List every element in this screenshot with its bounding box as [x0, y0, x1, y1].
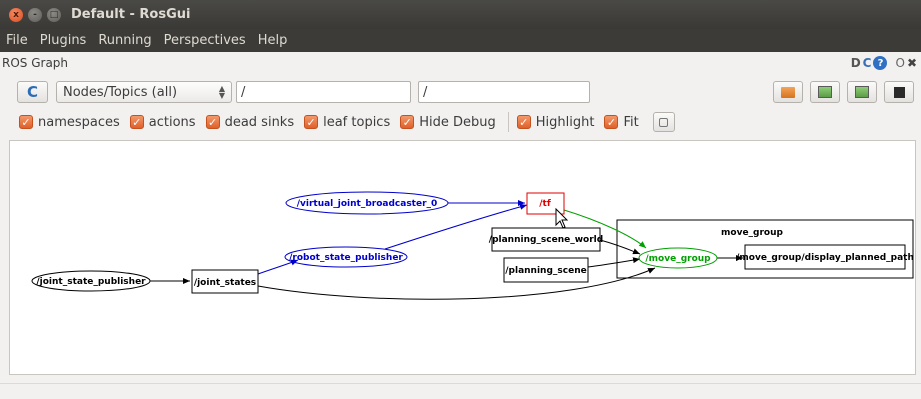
node-label: /joint_state_publisher — [36, 277, 146, 287]
node-label: /virtual_joint_broadcaster_0 — [297, 199, 438, 209]
dock-icon[interactable]: D — [851, 56, 861, 70]
node-planning-scene-world[interactable]: /planning_scene_world — [489, 227, 603, 252]
fit-label: Fit — [623, 114, 639, 130]
node-label: /robot_state_publisher — [289, 253, 403, 263]
graph-type-value: Nodes/Topics (all) — [63, 84, 178, 100]
edge — [257, 267, 656, 300]
check-icon: ✓ — [129, 115, 144, 129]
help-icon[interactable]: ? — [873, 56, 888, 70]
node-planning-scene[interactable]: /planning_scene — [503, 257, 589, 283]
menu-perspectives[interactable]: Perspectives — [164, 33, 246, 48]
load-dot-button[interactable] — [773, 81, 803, 103]
node-label: /planning_scene — [505, 266, 586, 276]
plugin-title: ROS Graph — [2, 56, 69, 70]
fit-checkbox[interactable]: ✓ Fit — [604, 114, 639, 130]
graph-toolbar: C Nodes/Topics (all) ▲ ▼ / / — [0, 80, 921, 106]
node-move-group[interactable]: /move_group — [638, 247, 718, 269]
menu-running[interactable]: Running — [98, 33, 151, 48]
hide-debug-checkbox[interactable]: ✓ Hide Debug — [400, 115, 496, 130]
save-svg-icon — [855, 86, 869, 98]
refresh-button[interactable]: C — [17, 81, 48, 103]
menu-bar: File Plugins Running Perspectives Help — [0, 29, 921, 52]
title-bar: x - □ Default - RosGui — [0, 0, 921, 29]
node-robot-state-publisher[interactable]: /robot_state_publisher — [284, 246, 408, 268]
node-label: /joint_states — [194, 278, 256, 288]
node-label: /move_group — [645, 254, 711, 264]
graph-svg[interactable]: move_group /virtual_joint_broadcaster_0 … — [10, 141, 915, 374]
save-image-button[interactable] — [884, 81, 914, 103]
select-arrows-icon: ▲ ▼ — [218, 84, 225, 100]
window-close-button[interactable]: x — [9, 7, 23, 22]
reload-icon[interactable]: C — [863, 56, 872, 70]
window-maximize-button[interactable]: □ — [47, 7, 61, 22]
window-minimize-button[interactable]: - — [28, 7, 42, 22]
topic-filter-value: / — [423, 84, 428, 100]
menu-file[interactable]: File — [6, 33, 28, 48]
node-label: /move_group/display_planned_path — [736, 253, 914, 263]
plugin-header: ROS Graph D C ? O ✖ — [0, 52, 921, 74]
check-icon: ✓ — [19, 115, 33, 129]
node-joint-states[interactable]: /joint_states — [191, 269, 259, 294]
separator — [507, 112, 509, 132]
check-icon: ✓ — [604, 115, 619, 129]
float-icon[interactable]: O — [895, 56, 904, 70]
check-icon: ✓ — [400, 115, 415, 129]
menu-help[interactable]: Help — [258, 33, 288, 48]
options-bar: ✓ namespaces ✓ actions ✓ dead sinks ✓ leaf t… — [0, 110, 921, 134]
cursor-icon — [555, 207, 569, 229]
node-label: /planning_scene_world — [489, 235, 603, 245]
graph-type-select[interactable]: Nodes/Topics (all) ▲ ▼ — [56, 81, 232, 103]
leaf-topics-label: leaf topics — [323, 114, 391, 130]
refresh-icon: C — [26, 83, 38, 101]
topic-filter-input[interactable]: / — [418, 81, 590, 103]
node-label: /tf — [539, 199, 551, 209]
plugin-controls: D C ? O ✖ — [851, 56, 917, 70]
folder-icon — [781, 86, 795, 98]
edge — [587, 257, 641, 268]
graph-canvas[interactable]: move_group /virtual_joint_broadcaster_0 … — [9, 140, 916, 375]
actions-label: actions — [148, 114, 196, 130]
namespaces-label: namespaces — [38, 114, 120, 130]
node-joint-state-publisher[interactable]: /joint_state_publisher — [31, 270, 151, 292]
hide-debug-label: Hide Debug — [419, 114, 496, 130]
save-svg-button[interactable] — [847, 81, 877, 103]
check-icon: ✓ — [516, 115, 531, 129]
image-icon — [893, 86, 905, 98]
highlight-checkbox[interactable]: ✓ Highlight — [516, 114, 595, 130]
window-title: Default - RosGui — [71, 7, 191, 22]
maximize-icon: □ — [49, 9, 59, 20]
leaf-topics-checkbox[interactable]: ✓ leaf topics — [304, 115, 390, 130]
check-icon: ✓ — [304, 115, 319, 129]
actions-checkbox[interactable]: ✓ actions — [129, 114, 196, 130]
save-dot-button[interactable] — [810, 81, 840, 103]
minimize-icon: - — [33, 9, 37, 20]
node-filter-input[interactable]: / — [236, 81, 411, 103]
namespaces-checkbox[interactable]: ✓ namespaces — [19, 115, 120, 130]
dead-sinks-checkbox[interactable]: ✓ dead sinks — [205, 114, 295, 130]
node-display-planned-path[interactable]: /move_group/display_planned_path — [736, 244, 914, 270]
fit-in-view-button[interactable] — [652, 112, 675, 132]
dead-sinks-label: dead sinks — [224, 114, 295, 130]
cluster-label: move_group — [721, 228, 784, 238]
highlight-label: Highlight — [535, 114, 595, 130]
node-filter-value: / — [241, 84, 246, 100]
node-virtual-joint-broadcaster[interactable]: /virtual_joint_broadcaster_0 — [285, 191, 449, 215]
fit-icon — [659, 117, 669, 127]
close-icon: x — [13, 9, 19, 20]
check-icon: ✓ — [205, 115, 220, 129]
menu-plugins[interactable]: Plugins — [40, 33, 87, 48]
close-plugin-icon[interactable]: ✖ — [907, 56, 917, 70]
status-bar — [0, 383, 921, 399]
save-image-icon — [818, 86, 832, 98]
edge — [599, 239, 641, 255]
